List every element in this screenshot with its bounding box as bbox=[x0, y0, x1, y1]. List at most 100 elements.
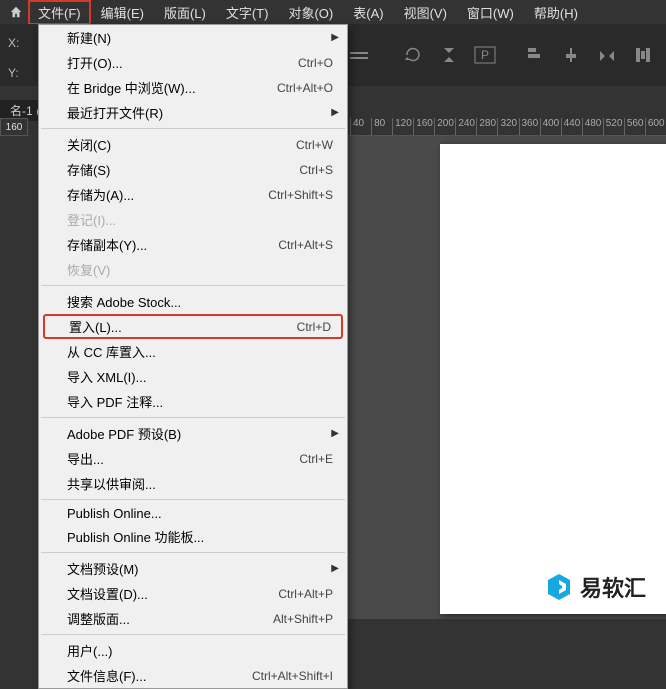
ruler-tick: 360 bbox=[519, 118, 540, 136]
ruler-tick: 440 bbox=[561, 118, 582, 136]
coordinates: X: Y: bbox=[8, 36, 19, 80]
menubar: 文件(F) 编辑(E) 版面(L) 文字(T) 对象(O) 表(A) 视图(V)… bbox=[0, 0, 666, 24]
flip-v-icon[interactable] bbox=[434, 42, 464, 68]
menu-item-13[interactable]: 置入(L)...Ctrl+D bbox=[43, 314, 343, 339]
menu-window[interactable]: 窗口(W) bbox=[457, 0, 524, 25]
ruler-tick: 200 bbox=[434, 118, 455, 136]
menu-shortcut: Ctrl+Alt+Shift+I bbox=[252, 669, 339, 683]
menu-item-label: Publish Online 功能板... bbox=[67, 527, 339, 546]
menu-table[interactable]: 表(A) bbox=[343, 0, 393, 25]
menu-item-5[interactable]: 关闭(C)Ctrl+W bbox=[39, 132, 347, 157]
menu-shortcut: Ctrl+D bbox=[297, 320, 337, 334]
menu-object[interactable]: 对象(O) bbox=[278, 0, 343, 25]
stroke-icon[interactable] bbox=[344, 42, 374, 68]
menu-item-label: 存储(S) bbox=[67, 160, 299, 179]
menu-shortcut: Ctrl+Alt+O bbox=[277, 81, 339, 95]
menu-item-label: 新建(N) bbox=[67, 28, 339, 47]
menu-item-label: 从 CC 库置入... bbox=[67, 342, 339, 361]
menu-item-label: 在 Bridge 中浏览(W)... bbox=[67, 78, 277, 97]
text-frame-icon[interactable]: P bbox=[470, 42, 500, 68]
menu-shortcut: Ctrl+E bbox=[299, 452, 339, 466]
ruler-tick: 280 bbox=[476, 118, 497, 136]
menu-shortcut: Ctrl+Alt+S bbox=[278, 238, 339, 252]
x-label: X: bbox=[8, 36, 19, 50]
ruler-tick: 320 bbox=[497, 118, 518, 136]
menu-item-7[interactable]: 存储为(A)...Ctrl+Shift+S bbox=[39, 182, 347, 207]
menu-item-label: Publish Online... bbox=[67, 506, 339, 521]
ruler-tick: 40 bbox=[350, 118, 371, 136]
menu-item-15[interactable]: 导入 XML(I)... bbox=[39, 364, 347, 389]
chevron-right-icon: ▶ bbox=[331, 428, 339, 439]
menu-item-25[interactable]: 文档预设(M)▶ bbox=[39, 556, 347, 581]
menu-item-29[interactable]: 用户(...) bbox=[39, 638, 347, 663]
menu-item-16[interactable]: 导入 PDF 注释... bbox=[39, 389, 347, 414]
menu-item-label: 恢复(V) bbox=[67, 260, 339, 279]
menu-shortcut: Ctrl+S bbox=[299, 163, 339, 177]
ruler-tick: 520 bbox=[603, 118, 624, 136]
menu-item-label: Adobe PDF 预设(B) bbox=[67, 424, 339, 443]
menu-item-22[interactable]: Publish Online... bbox=[39, 503, 347, 524]
menu-item-label: 文件信息(F)... bbox=[67, 666, 252, 685]
menu-item-12[interactable]: 搜索 Adobe Stock... bbox=[39, 289, 347, 314]
menu-item-10: 恢复(V) bbox=[39, 257, 347, 282]
y-label: Y: bbox=[8, 66, 19, 80]
menu-item-30[interactable]: 文件信息(F)...Ctrl+Alt+Shift+I bbox=[39, 663, 347, 688]
rotate-icon[interactable] bbox=[398, 42, 428, 68]
menu-view[interactable]: 视图(V) bbox=[394, 0, 457, 25]
align-icon-1[interactable] bbox=[520, 42, 550, 68]
ruler-tick: 240 bbox=[455, 118, 476, 136]
menu-separator bbox=[41, 128, 345, 129]
menu-item-label: 打开(O)... bbox=[67, 53, 298, 72]
watermark: 易软汇 bbox=[544, 571, 646, 603]
chevron-right-icon: ▶ bbox=[331, 563, 339, 574]
menu-item-label: 导入 PDF 注释... bbox=[67, 392, 339, 411]
menu-separator bbox=[41, 634, 345, 635]
document-page[interactable] bbox=[440, 144, 666, 614]
menu-file[interactable]: 文件(F) bbox=[28, 0, 91, 25]
menu-item-label: 文档预设(M) bbox=[67, 559, 339, 578]
menu-item-18[interactable]: Adobe PDF 预设(B)▶ bbox=[39, 421, 347, 446]
watermark-text: 易软汇 bbox=[580, 571, 646, 603]
ruler-tick: 400 bbox=[540, 118, 561, 136]
ruler-tick: 560 bbox=[624, 118, 645, 136]
distribute-icon[interactable] bbox=[628, 42, 658, 68]
menu-item-2[interactable]: 在 Bridge 中浏览(W)...Ctrl+Alt+O bbox=[39, 75, 347, 100]
menu-item-3[interactable]: 最近打开文件(R)▶ bbox=[39, 100, 347, 125]
menu-edit[interactable]: 编辑(E) bbox=[91, 0, 154, 25]
align-icon-2[interactable] bbox=[556, 42, 586, 68]
menu-item-19[interactable]: 导出...Ctrl+E bbox=[39, 446, 347, 471]
menu-separator bbox=[41, 499, 345, 500]
menu-separator bbox=[41, 417, 345, 418]
menu-item-23[interactable]: Publish Online 功能板... bbox=[39, 524, 347, 549]
menu-help[interactable]: 帮助(H) bbox=[524, 0, 588, 25]
menu-shortcut: Ctrl+Shift+S bbox=[268, 188, 339, 202]
menu-item-14[interactable]: 从 CC 库置入... bbox=[39, 339, 347, 364]
ruler-tick: 80 bbox=[371, 118, 392, 136]
svg-text:P: P bbox=[481, 48, 489, 62]
watermark-icon bbox=[544, 572, 574, 602]
menu-item-label: 存储副本(Y)... bbox=[67, 235, 278, 254]
ruler-corner: 160 bbox=[0, 118, 28, 136]
menu-layout[interactable]: 版面(L) bbox=[154, 0, 216, 25]
menu-item-label: 搜索 Adobe Stock... bbox=[67, 292, 339, 311]
menu-item-6[interactable]: 存储(S)Ctrl+S bbox=[39, 157, 347, 182]
menu-item-20[interactable]: 共享以供审阅... bbox=[39, 471, 347, 496]
menu-item-9[interactable]: 存储副本(Y)...Ctrl+Alt+S bbox=[39, 232, 347, 257]
menu-separator bbox=[41, 552, 345, 553]
menu-item-8: 登记(I)... bbox=[39, 207, 347, 232]
ruler-tick: 120 bbox=[392, 118, 413, 136]
home-icon[interactable] bbox=[4, 2, 28, 22]
chevron-right-icon: ▶ bbox=[331, 32, 339, 43]
menu-shortcut: Ctrl+Alt+P bbox=[278, 587, 339, 601]
flip-h-icon[interactable] bbox=[592, 42, 622, 68]
menu-item-0[interactable]: 新建(N)▶ bbox=[39, 25, 347, 50]
file-dropdown: 新建(N)▶打开(O)...Ctrl+O在 Bridge 中浏览(W)...Ct… bbox=[38, 24, 348, 689]
menu-item-1[interactable]: 打开(O)...Ctrl+O bbox=[39, 50, 347, 75]
menu-type[interactable]: 文字(T) bbox=[216, 0, 279, 25]
menu-item-label: 关闭(C) bbox=[67, 135, 296, 154]
chevron-right-icon: ▶ bbox=[331, 107, 339, 118]
ruler-tick: 160 bbox=[413, 118, 434, 136]
menu-item-label: 导入 XML(I)... bbox=[67, 367, 339, 386]
ruler-tick: 600 bbox=[645, 118, 666, 136]
menu-item-26[interactable]: 文档设置(D)...Ctrl+Alt+P bbox=[39, 581, 347, 606]
